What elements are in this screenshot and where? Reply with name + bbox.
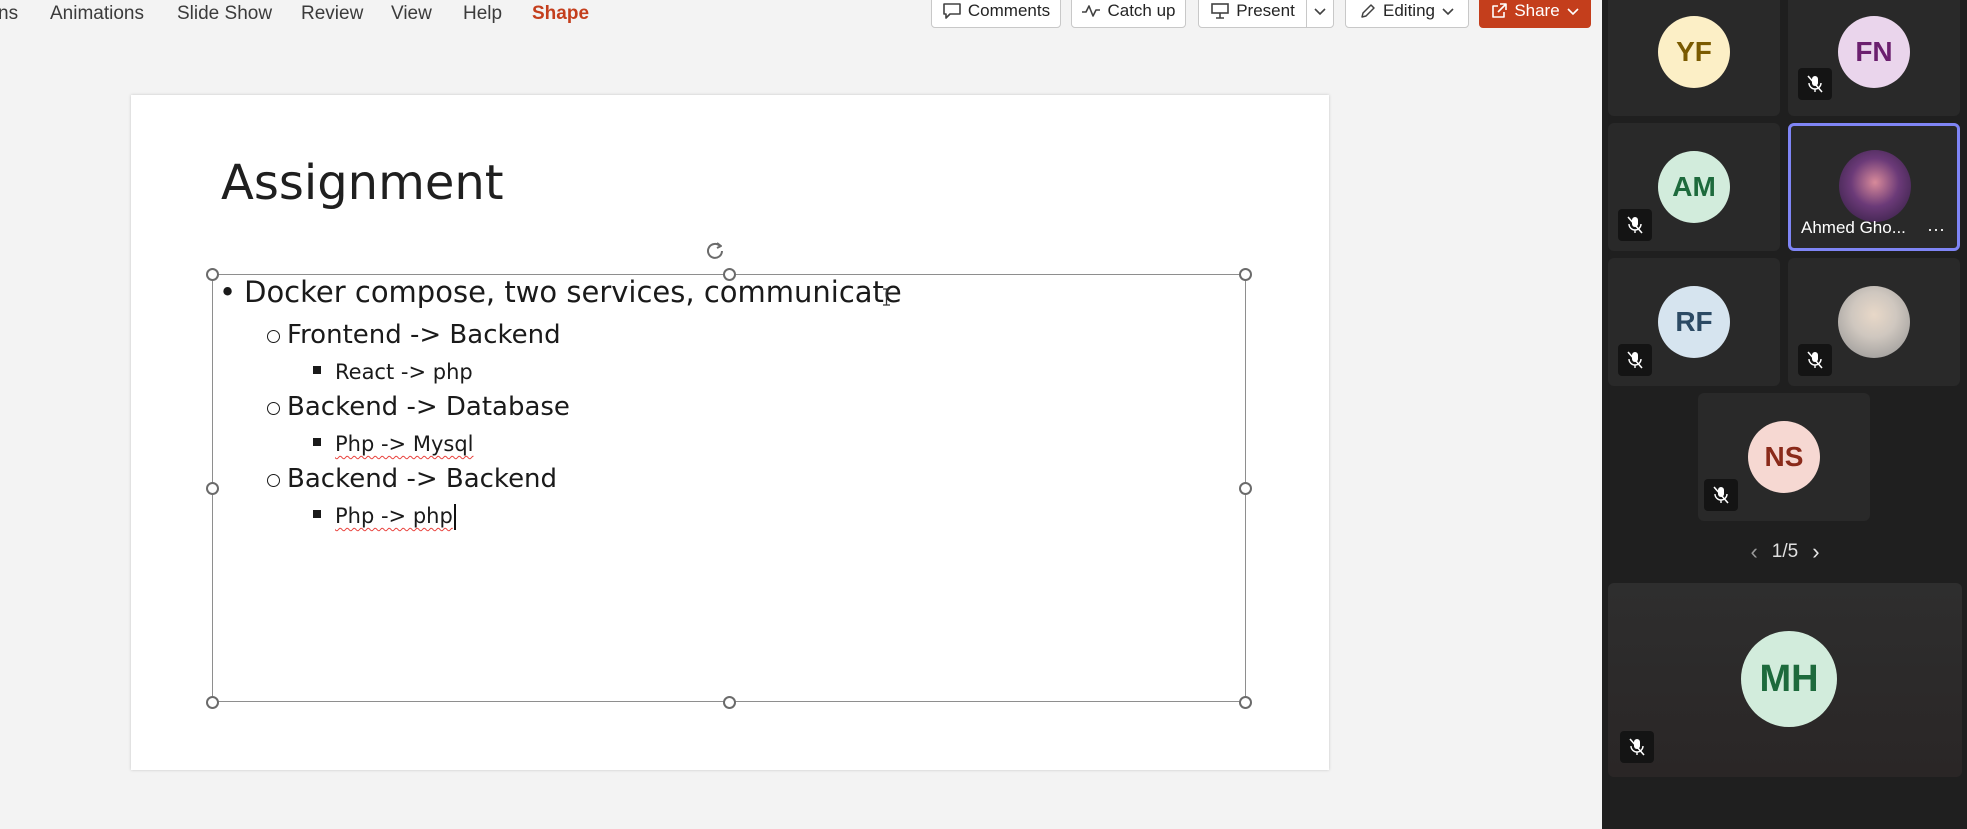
catch-up-button[interactable]: Catch up [1071,0,1186,28]
mic-off-icon [1620,731,1654,763]
chevron-down-icon [1314,8,1326,16]
participant-photo [1838,286,1910,358]
bullet-text: Backend -> Database [287,392,570,422]
participant-photo [1839,150,1911,222]
editing-mode-button[interactable]: Editing [1345,0,1469,28]
resize-handle-bottom-right[interactable] [1239,696,1252,709]
present-button[interactable]: Present [1198,0,1307,28]
tab-slide-show[interactable]: Slide Show [177,1,272,27]
participant-tile[interactable]: YF [1608,0,1780,116]
participant-tile[interactable]: RF [1608,258,1780,386]
avatar: RF [1658,286,1730,358]
avatar: FN [1838,16,1910,88]
tab-view[interactable]: View [391,1,432,27]
bullet-text: Php -> php [335,504,453,528]
chevron-left-icon[interactable]: ‹ [1750,539,1757,565]
bullet-text: Backend -> Backend [287,464,558,494]
tab-shape[interactable]: Shape [532,1,589,27]
comments-button[interactable]: Comments [931,0,1061,28]
bullet-level3[interactable]: React -> php [313,360,473,384]
resize-handle-left[interactable] [206,482,219,495]
bullet-level1[interactable]: • Docker compose, two services, communica… [219,275,902,309]
resize-handle-right[interactable] [1239,482,1252,495]
share-icon [1492,3,1508,18]
bullet-level2[interactable]: Frontend -> Backend [267,320,561,350]
tab-review[interactable]: Review [301,1,363,27]
participant-tile[interactable]: FN [1788,0,1960,116]
resize-handle-top-right[interactable] [1239,268,1252,281]
comments-label: Comments [967,1,1051,20]
avatar: AM [1658,151,1730,223]
pencil-icon [1361,4,1375,18]
mic-off-icon [1798,344,1832,376]
bullet-level3[interactable]: Php -> Mysql [313,432,473,456]
bullet-level2[interactable]: Backend -> Database [267,392,570,422]
slide-title[interactable]: Assignment [221,155,504,211]
bullet-level3[interactable]: Php -> php [313,504,456,530]
avatar: NS [1748,421,1820,493]
ribbon: ns Animations Slide Show Review View Hel… [0,0,1602,32]
chevron-down-icon [1567,8,1579,16]
tab-transitions[interactable]: ns [0,1,18,27]
participant-name: Ahmed Gho... [1801,218,1906,237]
self-video-tile[interactable]: MH [1608,583,1962,777]
more-options-icon[interactable]: ··· [1927,219,1945,240]
text-caret [453,504,456,530]
avatar: MH [1741,631,1837,727]
participant-tile[interactable]: NS [1698,393,1870,521]
resize-handle-top-left[interactable] [206,268,219,281]
mic-off-icon [1618,209,1652,241]
catch-up-label: Catch up [1107,1,1176,20]
bullet-text: Php -> Mysql [335,432,474,456]
share-button[interactable]: Share [1479,0,1591,28]
bullet-level2[interactable]: Backend -> Backend [267,464,557,494]
chevron-right-icon[interactable]: › [1812,539,1819,565]
page-indicator: 1/5 [1771,541,1799,562]
slide-canvas[interactable]: Assignment • Docker compose, two services… [131,95,1329,770]
tab-animations[interactable]: Animations [50,1,144,27]
share-label: Share [1514,1,1560,20]
comment-icon [943,3,961,19]
rotate-handle-icon[interactable] [704,240,726,262]
mic-off-icon [1618,344,1652,376]
editing-label: Editing [1383,1,1435,20]
present-label: Present [1236,1,1295,20]
participant-tile[interactable]: AM [1608,123,1780,251]
gallery-pager: ‹ 1/5 › [1735,538,1835,566]
mic-off-icon [1798,68,1832,100]
mic-off-icon [1704,479,1738,511]
present-icon [1211,3,1230,19]
tab-help[interactable]: Help [463,1,502,27]
bullet-text: React -> php [335,360,473,384]
pulse-icon [1082,5,1101,17]
avatar: YF [1658,16,1730,88]
chevron-down-icon [1442,8,1454,16]
participant-tile-speaking[interactable]: Ahmed Gho... ··· [1788,123,1960,251]
text-cursor-icon [883,288,890,306]
resize-handle-bottom-left[interactable] [206,696,219,709]
meeting-panel: YF FN AM Ahmed Gho... ··· RF NS ‹ 1/5 › … [1602,0,1967,829]
present-options-button[interactable] [1306,0,1334,28]
bullet-text: Docker compose, two services, communicat… [244,275,902,309]
resize-handle-bottom[interactable] [723,696,736,709]
participant-tile[interactable] [1788,258,1960,386]
app-window: ns Animations Slide Show Review View Hel… [0,0,1967,829]
bullet-text: Frontend -> Backend [287,320,561,350]
